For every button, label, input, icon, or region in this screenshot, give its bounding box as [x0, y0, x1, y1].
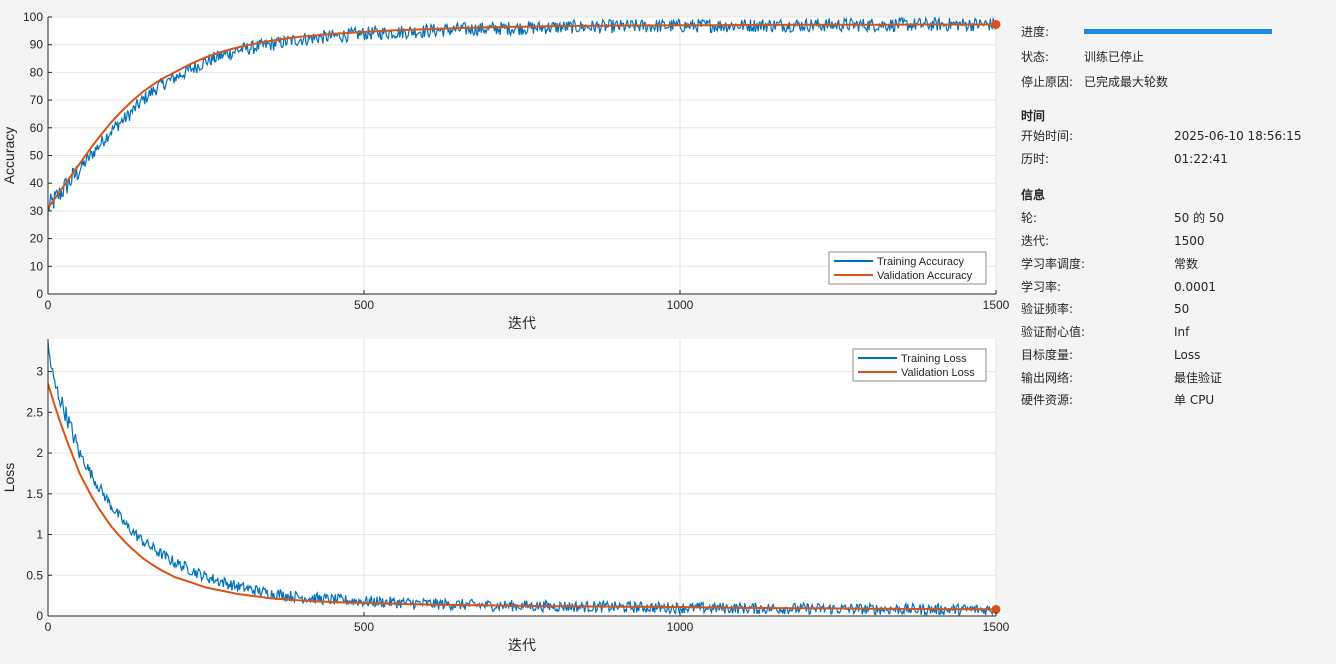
- hardware-value: 单 CPU: [1174, 393, 1215, 407]
- x-tick-label: 1500: [983, 298, 1010, 312]
- y-tick-label: 30: [30, 204, 44, 218]
- legend: Training Accuracy Validation Accuracy: [828, 251, 987, 285]
- y-tick-label: 0: [36, 287, 43, 301]
- info-panel: 进度: 状态: 训练已停止 停止原因: 已完成最大轮数 时间 开始时间: 202…: [1021, 0, 1336, 664]
- x-tick-label: 500: [354, 620, 374, 634]
- lr-schedule-value: 常数: [1174, 257, 1199, 271]
- y-tick-label: 2.5: [26, 405, 43, 419]
- y-tick-label: 40: [30, 176, 44, 190]
- validation-patience-value: Inf: [1174, 325, 1190, 339]
- y-tick-label: 80: [30, 65, 44, 79]
- legend-label: Validation Loss: [901, 367, 975, 379]
- x-tick-label: 1500: [983, 620, 1010, 634]
- x-tick-label: 0: [45, 298, 52, 312]
- y-tick-label: 0: [36, 609, 43, 623]
- y-tick-label: 1: [36, 528, 43, 542]
- status-label: 状态:: [1021, 50, 1050, 64]
- y-tick-label: 70: [30, 93, 44, 107]
- validation-frequency-value: 50: [1174, 302, 1190, 316]
- x-tick-label: 500: [354, 298, 374, 312]
- y-tick-label: 60: [30, 121, 44, 135]
- elapsed-value: 01:22:41: [1174, 152, 1228, 166]
- accuracy-plot: 0 500 1000 1500 0 10 20 30 40 50 60 70 80 90 100 迭代 Accu…: [1, 10, 1010, 332]
- y-tick-label: 10: [30, 259, 44, 273]
- final-validation-marker: [991, 19, 1001, 29]
- y-tick-label: 1.5: [26, 487, 43, 501]
- epochs-value: 50 的 50: [1174, 211, 1225, 225]
- output-network-value: 最佳验证: [1174, 371, 1223, 385]
- y-axis-label: Loss: [1, 463, 17, 493]
- y-tick-label: 20: [30, 232, 44, 246]
- lr-schedule-label: 学习率调度:: [1021, 257, 1086, 271]
- elapsed-label: 历时:: [1021, 152, 1050, 166]
- epochs-label: 轮:: [1021, 211, 1038, 225]
- validation-patience-label: 验证耐心值:: [1021, 325, 1086, 339]
- y-tick-label: 3: [36, 365, 43, 379]
- legend-label: Training Loss: [901, 353, 967, 365]
- info-section-title: 信息: [1021, 188, 1046, 202]
- y-axis-label: Accuracy: [1, 127, 17, 185]
- legend-label: Training Accuracy: [877, 256, 965, 268]
- learning-rate-label: 学习率:: [1021, 280, 1062, 294]
- status-value: 训练已停止: [1084, 50, 1145, 64]
- x-axis-label: 迭代: [508, 316, 536, 332]
- stop-reason-value: 已完成最大轮数: [1084, 75, 1169, 89]
- stop-reason-label: 停止原因:: [1021, 75, 1074, 89]
- progress-bar: [1084, 29, 1272, 34]
- progress-label: 进度:: [1021, 25, 1050, 39]
- time-section-title: 时间: [1021, 109, 1046, 123]
- y-tick-label: 50: [30, 149, 44, 163]
- legend: Training Loss Validation Loss: [852, 348, 987, 382]
- iterations-value: 1500: [1174, 234, 1205, 248]
- legend-label: Validation Accuracy: [877, 270, 973, 282]
- validation-frequency-label: 验证频率:: [1021, 302, 1074, 316]
- training-progress-charts: 0 500 1000 15000102030405060708090100迭代Accu…: [1, 10, 1010, 654]
- y-tick-label: 90: [30, 38, 44, 52]
- learning-rate-value: 0.0001: [1174, 280, 1216, 294]
- iterations-label: 迭代:: [1021, 234, 1050, 248]
- x-tick-label: 0: [45, 620, 52, 634]
- loss-plot: 0 500 1000 1500 0 0.5 1 1.5 2 2.5 3 迭代 Loss Training …: [1, 339, 1010, 654]
- start-time-value: 2025-06-10 18:56:15: [1174, 129, 1302, 143]
- start-time-label: 开始时间:: [1021, 129, 1074, 143]
- y-tick-label: 100: [23, 10, 43, 24]
- output-network-label: 输出网络:: [1021, 371, 1074, 385]
- x-tick-label: 1000: [667, 620, 694, 634]
- y-tick-label: 0.5: [26, 568, 43, 582]
- hardware-label: 硬件资源:: [1021, 393, 1074, 407]
- x-tick-label: 1000: [667, 298, 694, 312]
- objective-metric-value: Loss: [1174, 348, 1201, 362]
- objective-metric-label: 目标度量:: [1021, 348, 1074, 362]
- x-axis-label: 迭代: [508, 638, 536, 654]
- y-tick-label: 2: [36, 446, 43, 460]
- progress-bar-fill: [1084, 29, 1272, 34]
